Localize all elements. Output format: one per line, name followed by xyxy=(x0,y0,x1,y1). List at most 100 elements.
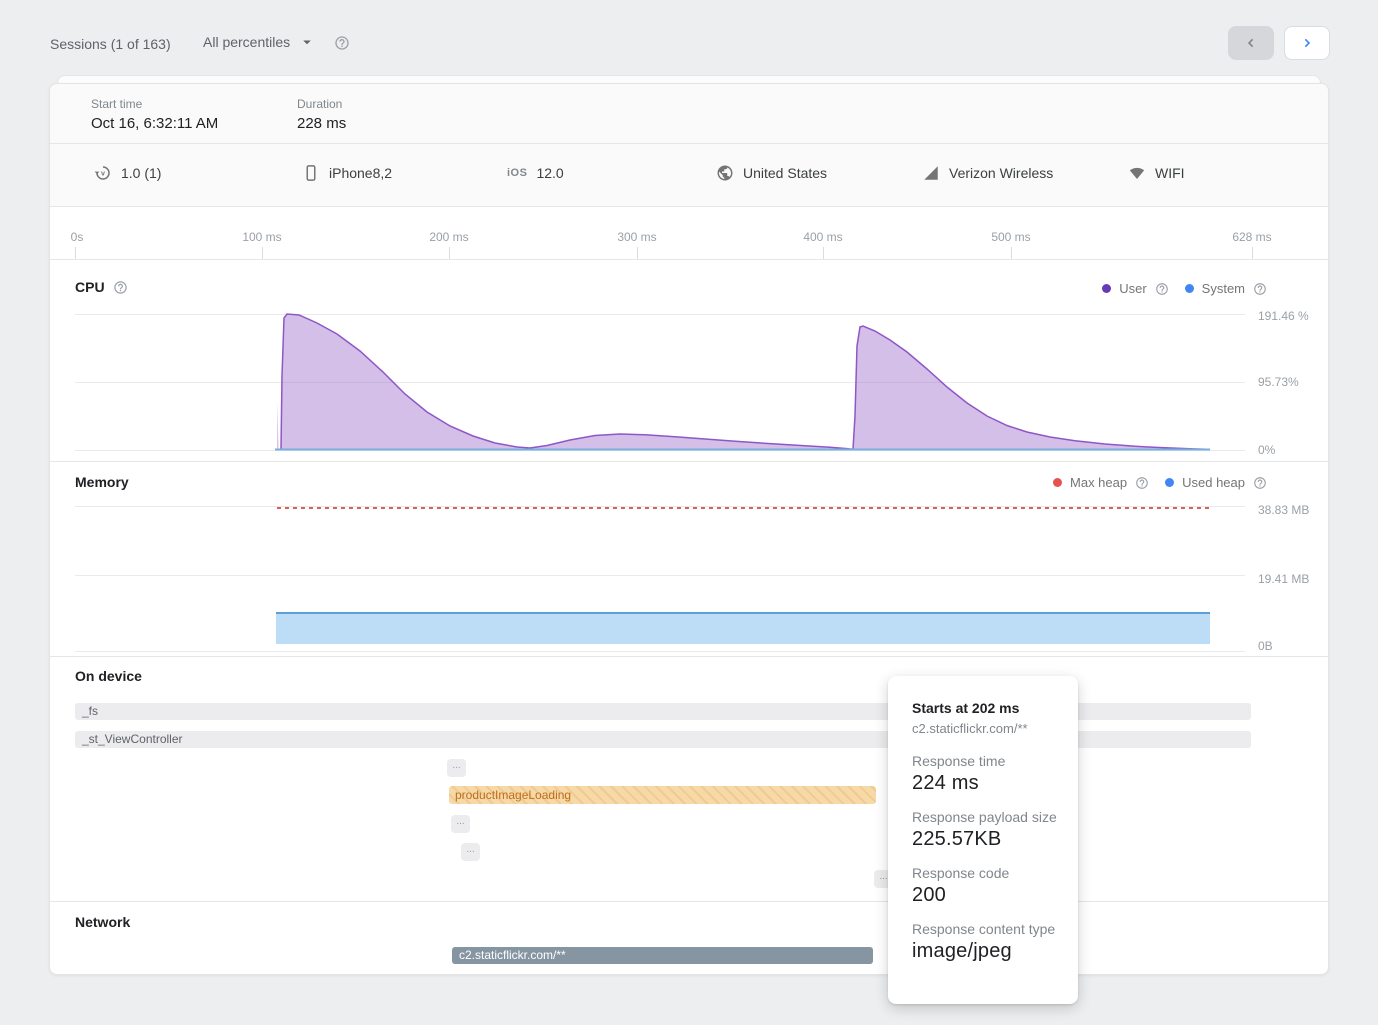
dropdown-arrow-icon xyxy=(298,33,316,51)
sessions-help-icon[interactable] xyxy=(334,35,350,51)
network-section-title: Network xyxy=(75,914,130,930)
network-title-text: Network xyxy=(75,914,130,930)
timeline-tick xyxy=(449,247,450,259)
used-heap-legend-dot xyxy=(1165,478,1174,487)
tooltip-field-label: Response code xyxy=(912,865,1058,881)
used-heap-band[interactable] xyxy=(276,612,1210,644)
chevron-right-icon xyxy=(1299,35,1315,51)
timeline-tick-label: 500 ms xyxy=(991,230,1030,244)
carrier-signal-icon xyxy=(922,164,940,182)
session-card-header-background xyxy=(50,84,1328,206)
sessions-count-label: Sessions (1 of 163) xyxy=(50,36,171,52)
user-legend-dot xyxy=(1102,284,1111,293)
cpu-legend: User System xyxy=(1102,281,1267,296)
cpu-section-title: CPU xyxy=(75,279,128,295)
trace-bar-product-image-loading[interactable]: productImageLoading xyxy=(449,786,876,804)
memory-legend: Max heap Used heap xyxy=(1053,475,1267,490)
user-legend-label: User xyxy=(1119,281,1146,296)
collapsed-trace-chip[interactable]: ... xyxy=(447,759,466,777)
svg-text:v: v xyxy=(101,170,105,178)
collapsed-trace-chip[interactable]: ... xyxy=(461,843,480,861)
cpu-help-icon[interactable] xyxy=(113,280,128,295)
max-heap-help-icon[interactable] xyxy=(1135,476,1149,490)
divider xyxy=(50,206,1328,207)
timeline-tick-label: 0s xyxy=(71,230,84,244)
network-request-tooltip: Starts at 202 ms c2.staticflickr.com/** … xyxy=(888,676,1078,1004)
memory-legend-max-heap: Max heap xyxy=(1053,475,1149,490)
on-device-section-title: On device xyxy=(75,668,142,684)
timeline-tick-label: 300 ms xyxy=(617,230,656,244)
device-model-icon xyxy=(302,164,320,182)
used-heap-help-icon[interactable] xyxy=(1253,476,1267,490)
session-card: Start time Oct 16, 6:32:11 AM Duration 2… xyxy=(49,83,1329,975)
tooltip-field-value: image/jpeg xyxy=(912,940,1058,963)
start-time-label: Start time xyxy=(91,97,142,111)
timeline-tick xyxy=(1011,247,1012,259)
cpu-title-text: CPU xyxy=(75,279,105,295)
tooltip-field-label: Response time xyxy=(912,753,1058,769)
timeline-tick xyxy=(637,247,638,259)
radio-value: WIFI xyxy=(1155,165,1185,181)
tooltip-field-label: Response content type xyxy=(912,921,1058,937)
previous-session-button[interactable] xyxy=(1228,26,1274,60)
timeline-tick xyxy=(1252,247,1253,259)
tooltip-field-value: 225.57KB xyxy=(912,828,1058,851)
max-heap-dashed-line[interactable] xyxy=(277,507,1210,509)
system-help-icon[interactable] xyxy=(1253,282,1267,296)
country-globe-icon xyxy=(716,164,734,182)
on-device-title-text: On device xyxy=(75,668,142,684)
tooltip-url: c2.staticflickr.com/** xyxy=(912,721,1058,736)
cpu-axis-mid-label: 95.73% xyxy=(1258,374,1316,390)
device-model: iPhone8,2 xyxy=(302,163,392,183)
country-value: United States xyxy=(743,165,827,181)
memory-axis-zero-label: 0B xyxy=(1258,638,1316,654)
carrier-value: Verizon Wireless xyxy=(949,165,1053,181)
divider xyxy=(50,656,1328,657)
user-help-icon[interactable] xyxy=(1155,282,1169,296)
os-version-value: 12.0 xyxy=(536,165,563,181)
duration-value: 228 ms xyxy=(297,115,346,132)
cpu-axis-zero-label: 0% xyxy=(1258,442,1316,458)
timeline-tick-label: 628 ms xyxy=(1232,230,1271,244)
start-time-value: Oct 16, 6:32:11 AM xyxy=(91,115,218,132)
divider xyxy=(50,461,1328,462)
app-version-value: 1.0 (1) xyxy=(121,165,161,181)
tooltip-field-value: 224 ms xyxy=(912,772,1058,795)
timeline-tick xyxy=(75,247,76,259)
memory-gridline xyxy=(75,651,1245,652)
app-version-icon: v xyxy=(94,164,112,182)
timeline-tick xyxy=(823,247,824,259)
chevron-left-icon xyxy=(1243,35,1259,51)
firebase-performance-session-page: Sessions (1 of 163) All percentiles Star… xyxy=(0,0,1378,1025)
wifi-icon xyxy=(1128,164,1146,182)
device-radio: WIFI xyxy=(1128,163,1185,183)
device-carrier: Verizon Wireless xyxy=(922,163,1053,183)
memory-legend-used-heap: Used heap xyxy=(1165,475,1267,490)
tooltip-start-time: Starts at 202 ms xyxy=(912,700,1058,716)
device-os: iOS 12.0 xyxy=(507,163,564,183)
divider xyxy=(50,901,1328,902)
network-request-bar[interactable]: c2.staticflickr.com/** xyxy=(452,947,873,964)
timeline-tick-label: 400 ms xyxy=(803,230,842,244)
memory-title-text: Memory xyxy=(75,474,129,490)
cpu-legend-system: System xyxy=(1185,281,1267,296)
divider xyxy=(50,259,1328,260)
cpu-user-area xyxy=(275,314,1210,450)
tooltip-field-label: Response payload size xyxy=(912,809,1058,825)
os-icon: iOS xyxy=(507,167,527,179)
memory-section-title: Memory xyxy=(75,474,129,490)
percentile-dropdown[interactable]: All percentiles xyxy=(203,33,316,51)
max-heap-legend-label: Max heap xyxy=(1070,475,1127,490)
system-legend-dot xyxy=(1185,284,1194,293)
percentile-dropdown-label: All percentiles xyxy=(203,34,290,50)
next-session-button[interactable] xyxy=(1284,26,1330,60)
max-heap-legend-dot xyxy=(1053,478,1062,487)
system-legend-label: System xyxy=(1202,281,1245,296)
cpu-usage-chart[interactable] xyxy=(75,306,1245,452)
collapsed-trace-chip[interactable]: ... xyxy=(451,815,470,833)
memory-gridline xyxy=(75,575,1245,576)
timeline-tick xyxy=(262,247,263,259)
tooltip-field-value: 200 xyxy=(912,884,1058,907)
duration-label: Duration xyxy=(297,97,342,111)
cpu-axis-max-label: 191.46 % xyxy=(1258,308,1316,324)
